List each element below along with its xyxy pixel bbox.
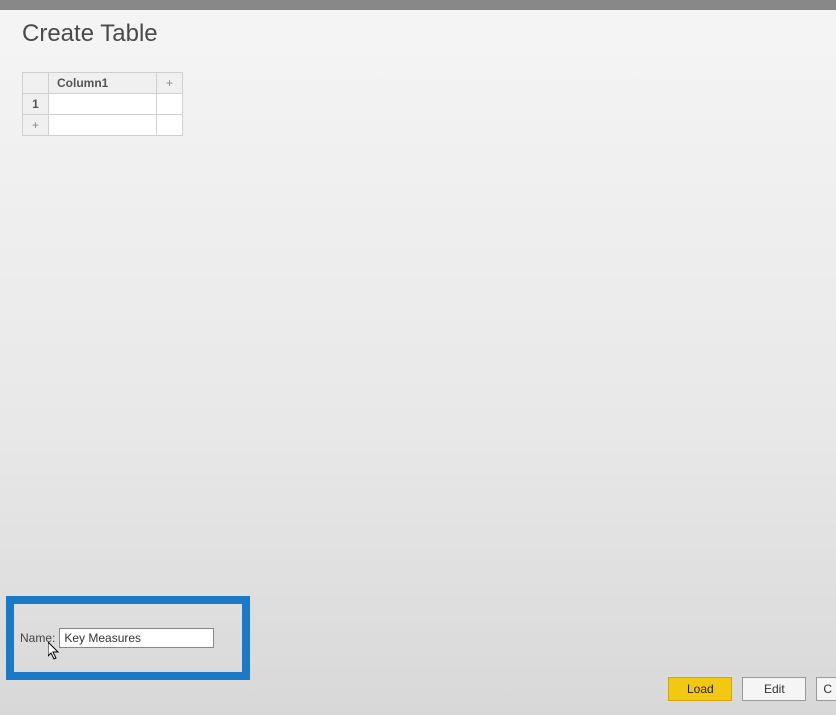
table-row: 1: [23, 94, 183, 115]
footer-buttons: Load Edit C: [668, 677, 836, 701]
name-input[interactable]: [59, 628, 214, 648]
cancel-button[interactable]: C: [816, 677, 836, 701]
name-label: Name:: [20, 631, 55, 645]
dialog-title: Create Table: [0, 10, 836, 48]
window-top-bar: [0, 0, 836, 10]
table-editor: Column1 + 1 +: [22, 72, 836, 136]
empty-cell-extra: [157, 115, 183, 136]
add-row-button[interactable]: +: [23, 115, 49, 136]
table-corner-cell: [23, 73, 49, 94]
data-cell[interactable]: [49, 94, 157, 115]
data-table: Column1 + 1 +: [22, 72, 183, 136]
data-cell-extra: [157, 94, 183, 115]
table-header-row: Column1 +: [23, 73, 183, 94]
add-column-button[interactable]: +: [157, 73, 183, 94]
name-field-highlight: Name:: [6, 596, 250, 680]
edit-button[interactable]: Edit: [742, 677, 806, 701]
load-button[interactable]: Load: [668, 677, 732, 701]
column-header[interactable]: Column1: [49, 73, 157, 94]
row-number: 1: [23, 94, 49, 115]
empty-cell: [49, 115, 157, 136]
table-add-row: +: [23, 115, 183, 136]
